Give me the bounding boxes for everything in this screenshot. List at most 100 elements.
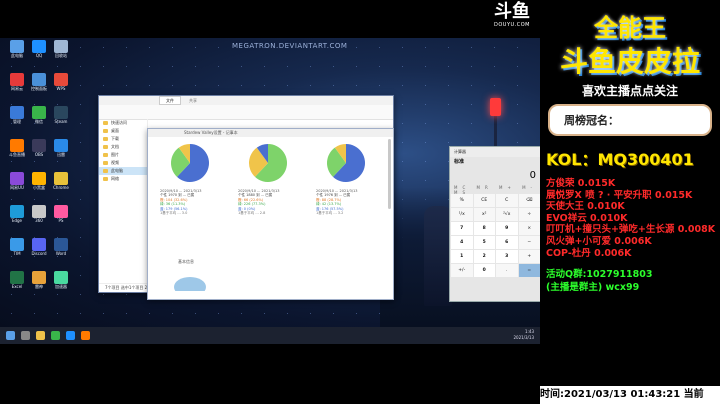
app-icon xyxy=(10,238,24,251)
calc-key[interactable]: . xyxy=(496,264,518,277)
donor-entry: 风火弹+小可爱 0.006K xyxy=(546,235,652,247)
app-icon xyxy=(32,172,46,185)
calc-key[interactable]: + xyxy=(518,250,540,263)
group-line: (主播是群主) wcx99 xyxy=(546,282,640,293)
nav-item[interactable]: 桌面 xyxy=(99,127,147,135)
calc-key[interactable]: ÷ xyxy=(518,208,540,221)
desktop-icon-label: Steam xyxy=(54,119,68,124)
desktop: MEGATRON.DEVIANTART.COM 此电脑 QQ 回收站 网易云 控制面板 W… xyxy=(0,38,540,327)
scrollbar[interactable] xyxy=(388,139,391,209)
donor-entry: 天使大王 0.010K xyxy=(546,201,625,213)
desktop-icon[interactable]: 回收站 xyxy=(46,40,76,68)
app-icon xyxy=(32,205,46,218)
stream-area: MEGATRON.DEVIANTART.COM 此电脑 QQ 回收站 网易云 控制面板 W… xyxy=(0,0,540,404)
pie-chart xyxy=(327,144,365,182)
weekly-crown-box: 周榜冠名： xyxy=(548,104,712,136)
calc-key[interactable]: CE xyxy=(473,194,495,207)
calc-key[interactable]: % xyxy=(451,194,473,207)
calc-key[interactable]: C xyxy=(496,194,518,207)
donor-entry: 展悦罗X 喷 ? · 平安升职 0.015K xyxy=(546,189,693,201)
wallpaper-watermark: MEGATRON.DEVIANTART.COM xyxy=(232,42,348,50)
desktop-icon-label: WPS xyxy=(56,86,66,91)
nav-item[interactable]: 下载 xyxy=(99,135,147,143)
calculator-display: 0 xyxy=(529,170,536,181)
calc-key[interactable]: = xyxy=(518,264,540,277)
stats-window[interactable]: Stardew Valley设置 - 记事本 2020/9/10 ... 202… xyxy=(147,128,394,300)
douyu-logo-text: 斗鱼 xyxy=(494,1,530,22)
calc-key[interactable]: − xyxy=(518,236,540,249)
explorer-tab[interactable]: 文件 xyxy=(159,96,181,105)
calculator-keypad: % CE C ⌫ ¹/x x² ²√x ÷ 7 8 9 × 4 5 6− 1 2 3 + +/- 0. = xyxy=(450,193,540,278)
pie-chart xyxy=(171,144,209,182)
stats-panel: 2020/9/10 ... 2021/3/13 个性 1970 到 ... 已属橙… xyxy=(160,141,232,241)
start-icon[interactable] xyxy=(6,331,15,340)
calc-key[interactable]: +/- xyxy=(451,264,473,277)
app-icon xyxy=(54,205,68,218)
app-icon xyxy=(32,106,46,119)
calc-key[interactable]: ²√x xyxy=(496,208,518,221)
clock-date: 2021/3/13 xyxy=(513,335,534,340)
app-icon xyxy=(54,106,68,119)
qq-taskbar-icon[interactable] xyxy=(66,331,75,340)
calc-key[interactable]: ¹/x xyxy=(451,208,473,221)
taskbar-clock[interactable]: 1:43 2021/3/13 xyxy=(513,329,534,341)
explorer-taskbar-icon[interactable] xyxy=(36,331,45,340)
panel-line: 1基于平均 ... 3.2 xyxy=(316,211,344,216)
calc-key[interactable]: 0 xyxy=(473,264,495,277)
desktop-icon[interactable]: Word xyxy=(46,238,76,266)
desktop-icon[interactable]: 加速器 xyxy=(46,271,76,299)
app-icon xyxy=(54,139,68,152)
calc-key[interactable]: 2 xyxy=(473,250,495,263)
wechat-taskbar-icon[interactable] xyxy=(51,331,60,340)
explorer-nav-pane: 快速访问 桌面 下载 文档 图片 视频 此电脑 网络 xyxy=(99,119,148,284)
kol-code: KOL：MQ300401 xyxy=(546,150,694,169)
douyu-logo: 斗鱼 DOUYU.COM xyxy=(494,1,530,29)
calculator-mode[interactable]: 标准 xyxy=(450,157,540,167)
donor-entry: EVO祥云 0.010K xyxy=(546,212,628,224)
calculator-window[interactable]: 计算器 标准 0 MC MR M+ M- MS % CE C ⌫ ¹/x x² ²√x ÷ 7 8… xyxy=(449,146,540,302)
sidebar-follow-text: 喜欢主播点点关注 xyxy=(581,84,678,98)
desktop-icon-label: Chrome xyxy=(53,185,69,190)
nav-item[interactable]: 图片 xyxy=(99,151,147,159)
calc-key[interactable]: ⌫ xyxy=(518,194,540,207)
app-icon xyxy=(54,73,68,86)
calc-key[interactable]: 9 xyxy=(496,222,518,235)
calc-key[interactable]: 1 xyxy=(451,250,473,263)
app-icon xyxy=(54,40,68,53)
douyu-taskbar-icon[interactable] xyxy=(81,331,90,340)
desktop-icon[interactable]: WPS xyxy=(46,73,76,101)
desktop-icon-label: Word xyxy=(55,251,67,256)
group-info: 活动Q群:1027911803 (主播是群主) wcx99 xyxy=(546,268,652,294)
desktop-icon[interactable]: Steam xyxy=(46,106,76,134)
nav-item[interactable]: 文档 xyxy=(99,143,147,151)
calc-key[interactable]: 5 xyxy=(473,236,495,249)
calc-key[interactable]: 4 xyxy=(451,236,473,249)
weekly-crown-label: 周榜冠名： xyxy=(564,114,619,127)
donor-entry: 方俊荣 0.015K xyxy=(546,178,616,189)
group-line: 活动Q群:1027911803 xyxy=(546,269,653,280)
calc-key[interactable]: 6 xyxy=(496,236,518,249)
search-icon[interactable] xyxy=(21,331,30,340)
calc-key[interactable]: × xyxy=(518,222,540,235)
calc-key[interactable]: 7 xyxy=(451,222,473,235)
sidebar-title-main: 全能王 xyxy=(594,14,666,42)
nav-item[interactable]: 此电脑 xyxy=(99,167,147,175)
donor-entry: 叮叮机+撞只头+弹吃+生长源 0.008K xyxy=(546,224,716,236)
calc-key[interactable]: 8 xyxy=(473,222,495,235)
lower-section-title: 基本信息 xyxy=(178,259,194,264)
desktop-icon[interactable]: 迅雷 xyxy=(46,139,76,167)
nav-item[interactable]: 网络 xyxy=(99,175,147,183)
calc-key[interactable]: x² xyxy=(473,208,495,221)
lower-pie-slice xyxy=(174,277,206,291)
desktop-icon[interactable]: PS xyxy=(46,205,76,233)
memory-row[interactable]: MC MR M+ M- MS xyxy=(450,185,540,195)
desktop-icon-label: 回收站 xyxy=(55,53,67,58)
app-icon xyxy=(10,172,24,185)
explorer-tab-share[interactable]: 共享 xyxy=(185,98,201,104)
desktop-icon[interactable]: Chrome xyxy=(46,172,76,200)
nav-item[interactable]: 视频 xyxy=(99,159,147,167)
nav-item[interactable]: 快速访问 xyxy=(99,119,147,127)
app-icon xyxy=(10,106,24,119)
desktop-icon-label: 迅雷 xyxy=(57,152,65,157)
calc-key[interactable]: 3 xyxy=(496,250,518,263)
